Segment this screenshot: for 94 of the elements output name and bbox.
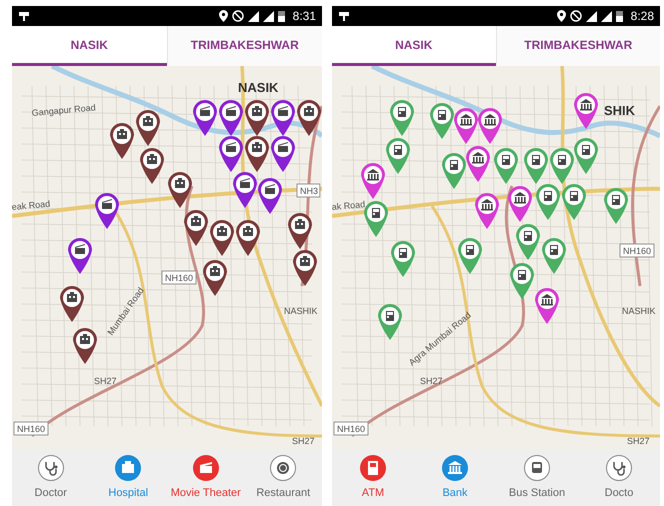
- stethoscope-icon: [36, 454, 65, 482]
- road-shield: NH160: [14, 422, 48, 436]
- map-pin[interactable]: [536, 184, 560, 220]
- map-pin[interactable]: [245, 136, 269, 172]
- signal-icon: [248, 10, 259, 22]
- map-pin[interactable]: [297, 100, 321, 136]
- map-pin[interactable]: [562, 184, 586, 220]
- road-shield: NH160: [334, 422, 368, 436]
- signal-icon: [262, 10, 274, 22]
- map-pin[interactable]: [219, 136, 243, 172]
- status-time: 8:31: [292, 8, 316, 25]
- map-pin[interactable]: [288, 213, 312, 249]
- map-pin[interactable]: [466, 146, 490, 182]
- bank-icon: [441, 454, 469, 482]
- map-pin[interactable]: [510, 263, 534, 299]
- map-label: NASHIK: [622, 306, 656, 316]
- map-pin[interactable]: [60, 286, 84, 322]
- map-pin[interactable]: [236, 220, 260, 256]
- map-pin[interactable]: [95, 193, 119, 229]
- battery-icon: [616, 10, 623, 22]
- map-pin[interactable]: [378, 304, 402, 340]
- map-pin[interactable]: [574, 93, 598, 129]
- map-pin[interactable]: [454, 108, 478, 144]
- map-pin[interactable]: [478, 108, 502, 144]
- map-pin[interactable]: [524, 148, 548, 184]
- clapperboard-icon: [192, 454, 220, 482]
- map-pin[interactable]: [68, 238, 92, 274]
- map-label: Gangapur Road: [31, 102, 96, 118]
- category-button[interactable]: Movie Theater: [167, 450, 244, 506]
- map-pin[interactable]: [245, 100, 269, 136]
- signal-icon: [600, 10, 612, 22]
- stethoscope-icon: [605, 454, 633, 482]
- do-not-disturb-icon: [570, 10, 582, 22]
- map-pin[interactable]: [184, 210, 208, 246]
- map-pin[interactable]: [604, 188, 628, 224]
- do-not-disturb-icon: [232, 10, 244, 22]
- category-button[interactable]: Bus Station: [496, 450, 578, 506]
- map-pin[interactable]: [442, 153, 466, 189]
- map-pin[interactable]: [430, 103, 454, 139]
- map-label: SH27: [627, 436, 650, 446]
- road-shield: NH160: [620, 244, 654, 258]
- map-label: SH27: [420, 376, 443, 386]
- location-icon: [556, 10, 566, 22]
- map-pin[interactable]: [516, 224, 540, 260]
- map-pin[interactable]: [136, 110, 160, 146]
- map-pin[interactable]: [233, 172, 257, 208]
- location-icon: [218, 10, 228, 22]
- map-pin[interactable]: [475, 193, 499, 229]
- map-label: SH27: [292, 436, 315, 446]
- map-pin[interactable]: [574, 138, 598, 174]
- map-pin[interactable]: [210, 220, 234, 256]
- map-pin[interactable]: [203, 260, 227, 296]
- map-pin[interactable]: [542, 238, 566, 274]
- map-pin[interactable]: [73, 328, 97, 364]
- tab[interactable]: TRIMBAKESHWAR: [166, 26, 322, 66]
- map-pin[interactable]: [364, 201, 388, 237]
- signal-icon: [586, 10, 597, 22]
- atm-icon: [359, 454, 387, 482]
- map-label: SHIK: [604, 103, 636, 118]
- building-icon: [114, 454, 142, 482]
- map-pin[interactable]: [168, 172, 192, 208]
- map-label: ak Road: [332, 199, 366, 212]
- map-pin[interactable]: [535, 288, 559, 324]
- battery-icon: [278, 10, 285, 22]
- map-pin[interactable]: [271, 136, 295, 172]
- map-pin[interactable]: [271, 100, 295, 136]
- map-pin[interactable]: [258, 178, 282, 214]
- map-pin[interactable]: [110, 123, 134, 159]
- status-time: 8:28: [630, 8, 654, 25]
- map-label: SH27: [94, 376, 117, 386]
- map-pin[interactable]: [508, 186, 532, 222]
- map-label: eak Road: [12, 198, 51, 212]
- tab[interactable]: TRIMBAKESHWAR: [496, 26, 660, 66]
- map-pin[interactable]: [391, 241, 415, 277]
- map-pin[interactable]: [361, 163, 385, 199]
- map-pin[interactable]: [458, 238, 482, 274]
- map-label: NASHIK: [284, 306, 318, 316]
- map-pin[interactable]: [140, 148, 164, 184]
- category-button[interactable]: ATM: [332, 450, 414, 506]
- map-pin[interactable]: [494, 148, 518, 184]
- category-button[interactable]: Restaurant: [244, 450, 322, 506]
- map-pin[interactable]: [219, 100, 243, 136]
- map-pin[interactable]: [386, 138, 410, 174]
- map-pin[interactable]: [293, 250, 317, 286]
- category-button[interactable]: Bank: [414, 450, 496, 506]
- plate-icon: [269, 454, 298, 482]
- road-shield: NH3: [296, 184, 320, 198]
- category-button[interactable]: Docto: [578, 450, 660, 506]
- road-shield: NH160: [162, 270, 196, 284]
- category-button[interactable]: Hospital: [90, 450, 167, 506]
- category-button[interactable]: Doctor: [12, 450, 90, 506]
- map-pin[interactable]: [390, 100, 414, 136]
- map-pin[interactable]: [193, 100, 217, 136]
- map-pin[interactable]: [550, 148, 574, 184]
